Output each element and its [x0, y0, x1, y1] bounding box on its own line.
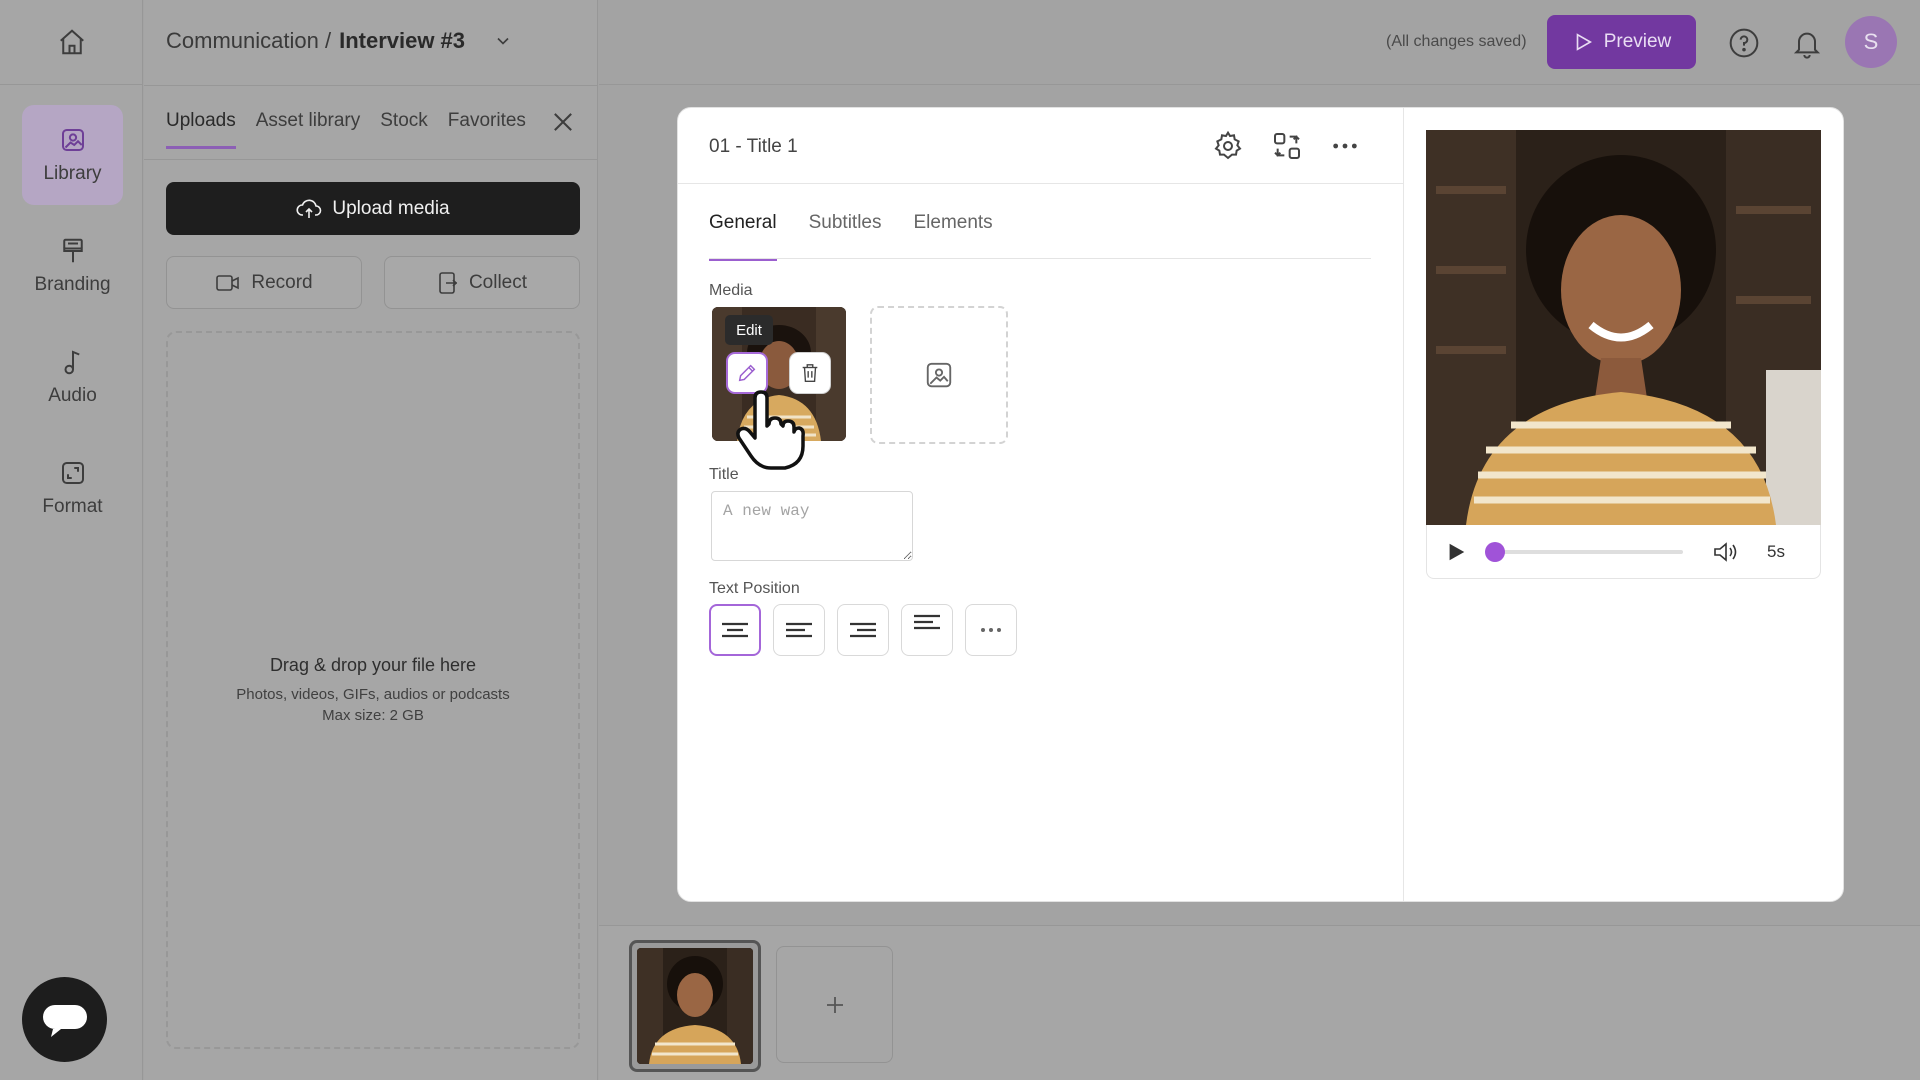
scene-editor-card: 01 - Title 1 General Subtitles Elements …: [677, 107, 1844, 902]
divider: [144, 159, 598, 160]
duration-label: 5s: [1767, 542, 1785, 561]
breadcrumb-current: Interview #3: [339, 28, 466, 53]
top-bar: (All changes saved) Preview S: [599, 0, 1920, 85]
save-status: (All changes saved): [1386, 33, 1527, 50]
pencil-icon: [738, 364, 756, 382]
more-horizontal-icon: [981, 628, 1001, 632]
align-left-icon: [786, 622, 812, 638]
music-note-icon: [64, 350, 80, 375]
player-controls: 5s: [1426, 525, 1821, 579]
preview-button[interactable]: Preview: [1547, 15, 1696, 69]
add-scene-button[interactable]: [776, 946, 893, 1063]
record-button[interactable]: Record: [166, 256, 362, 309]
file-dropzone[interactable]: Drag & drop your file here Photos, video…: [166, 331, 580, 1049]
chat-button[interactable]: [22, 977, 107, 1062]
trash-icon: [802, 364, 818, 382]
tab-asset-library[interactable]: Asset library: [256, 110, 361, 149]
title-label: Title: [709, 466, 739, 483]
nav-branding[interactable]: Branding: [22, 216, 123, 316]
nav-format[interactable]: Format: [22, 438, 123, 538]
gear-icon[interactable]: [1212, 130, 1244, 162]
more-positions-button[interactable]: [965, 604, 1017, 656]
avatar[interactable]: S: [1845, 16, 1897, 68]
seek-track[interactable]: [1493, 550, 1683, 554]
home-icon: [59, 29, 84, 55]
dropzone-title: Drag & drop your file here: [269, 654, 477, 675]
nav-label: Branding: [34, 274, 111, 295]
nav-label: Format: [42, 496, 103, 517]
nav-rail: Library Branding Audio Format: [0, 0, 143, 1080]
align-center-icon: [722, 622, 748, 638]
library-icon: [61, 129, 84, 151]
delete-media-button[interactable]: [789, 352, 831, 394]
library-tabs: Uploads Asset library Stock Favorites: [166, 110, 526, 149]
person-photo: [637, 948, 753, 1064]
align-right-icon: [850, 622, 876, 638]
branding-icon: [62, 238, 83, 263]
person-video-frame: [1426, 130, 1821, 525]
video-preview[interactable]: [1426, 130, 1821, 525]
nav-audio[interactable]: Audio: [22, 327, 123, 427]
bell-icon[interactable]: [1791, 27, 1823, 59]
upload-media-button[interactable]: Upload media: [166, 182, 580, 235]
tab-stock[interactable]: Stock: [380, 110, 428, 149]
format-icon: [61, 462, 84, 484]
help-icon[interactable]: [1728, 27, 1760, 59]
divider: [144, 85, 598, 86]
add-media-slot[interactable]: [870, 306, 1008, 444]
cloud-upload-icon: [296, 199, 322, 218]
home-button[interactable]: [0, 0, 143, 85]
nav-library[interactable]: Library: [22, 105, 123, 205]
upload-media-label: Upload media: [332, 197, 450, 219]
plus-icon: [826, 996, 843, 1013]
edit-media-button[interactable]: [726, 352, 768, 394]
image-placeholder-icon: [926, 362, 952, 388]
text-align-left-button[interactable]: [773, 604, 825, 656]
editor-tabs: General Subtitles Elements: [709, 212, 993, 261]
text-align-top-button[interactable]: [901, 604, 953, 656]
record-label: Record: [251, 271, 313, 293]
play-outline-icon: [1576, 33, 1592, 51]
divider: [709, 258, 1371, 259]
breadcrumb[interactable]: Communication / Interview #3: [166, 28, 513, 54]
collect-label: Collect: [468, 271, 528, 293]
dropzone-formats: Photos, videos, GIFs, audios or podcasts: [236, 685, 510, 703]
close-icon[interactable]: [549, 108, 577, 136]
video-camera-icon: [216, 274, 240, 291]
hand-cursor-icon: [736, 390, 805, 470]
library-panel: Communication / Interview #3 Uploads Ass…: [144, 0, 598, 1080]
collect-icon: [439, 271, 458, 294]
nav-label: Library: [43, 163, 102, 184]
dropzone-max-size: Max size: 2 GB: [322, 706, 424, 724]
more-horizontal-icon[interactable]: [1329, 130, 1361, 162]
tab-elements[interactable]: Elements: [913, 212, 992, 261]
media-label: Media: [709, 282, 753, 299]
preview-label: Preview: [1603, 31, 1672, 52]
seek-handle[interactable]: [1485, 542, 1505, 562]
nav-label: Audio: [48, 385, 97, 406]
swap-layout-icon[interactable]: [1271, 130, 1303, 162]
chat-icon: [42, 1004, 87, 1037]
text-align-center-button[interactable]: [709, 604, 761, 656]
text-position-label: Text Position: [709, 580, 800, 597]
title-input[interactable]: [711, 491, 913, 561]
volume-icon[interactable]: [1712, 540, 1738, 564]
text-align-right-button[interactable]: [837, 604, 889, 656]
scene-title: 01 - Title 1: [709, 136, 798, 157]
tab-general[interactable]: General: [709, 212, 777, 261]
tab-uploads[interactable]: Uploads: [166, 110, 236, 149]
tab-favorites[interactable]: Favorites: [448, 110, 526, 149]
collect-button[interactable]: Collect: [384, 256, 580, 309]
play-icon[interactable]: [1445, 541, 1467, 563]
scene-thumbnail[interactable]: [629, 940, 761, 1072]
edit-tooltip: Edit: [725, 315, 773, 345]
align-top-icon: [914, 614, 940, 630]
chevron-down-icon[interactable]: [493, 31, 513, 51]
scene-strip: [599, 925, 1920, 1080]
breadcrumb-parent: Communication /: [166, 28, 332, 53]
tab-subtitles[interactable]: Subtitles: [809, 212, 882, 261]
divider: [678, 183, 1403, 184]
divider: [1403, 108, 1404, 901]
